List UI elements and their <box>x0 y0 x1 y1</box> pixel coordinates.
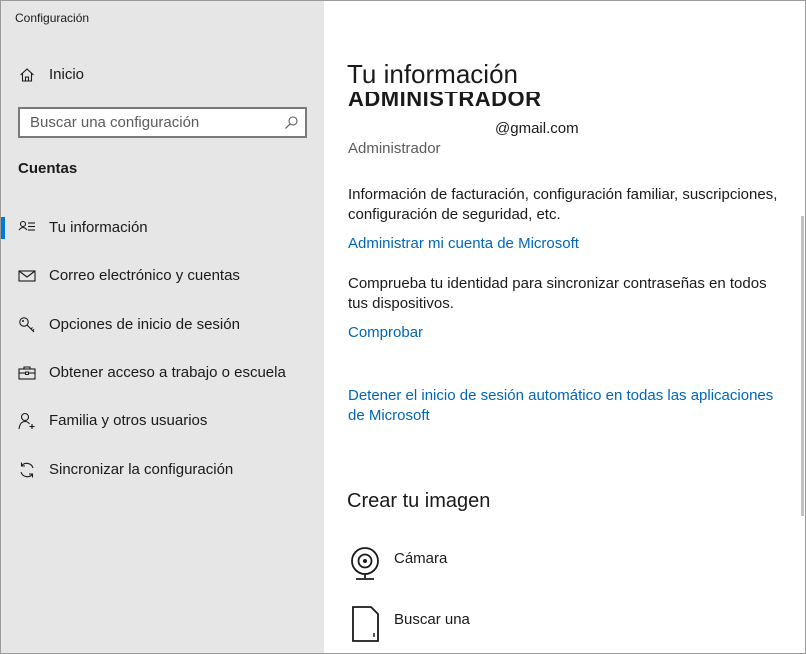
sidebar-item-trabajo-escuela[interactable]: Obtener acceso a trabajo o escuela <box>1 352 324 392</box>
account-email: @gmail.com <box>495 120 579 137</box>
app-title: Configuración <box>15 11 90 25</box>
home-nav-item[interactable]: Inicio <box>1 59 324 91</box>
key-icon <box>18 316 36 334</box>
mail-icon <box>18 267 36 285</box>
sidebar-item-label: Familia y otros usuarios <box>49 412 208 429</box>
account-role: Administrador <box>348 140 441 157</box>
billing-info-text: Información de facturación, configuració… <box>348 186 778 223</box>
home-icon <box>19 67 35 83</box>
sidebar-item-label: Sincronizar la configuración <box>49 461 234 478</box>
manage-account-link[interactable]: Administrar mi cuenta de Microsoft <box>348 234 579 254</box>
sync-icon <box>18 461 36 479</box>
browse-file-icon <box>348 605 384 645</box>
browse-option[interactable]: Buscar una <box>348 605 648 653</box>
sidebar-item-sincronizar[interactable]: Sincronizar la configuración <box>1 449 324 489</box>
settings-window: Configuración Inicio Cuentas <box>0 0 806 654</box>
sidebar-item-label: Tu información <box>49 219 148 236</box>
camera-option-label: Cámara <box>394 550 448 567</box>
browse-option-label: Buscar una <box>394 611 470 628</box>
person-add-icon <box>18 412 36 430</box>
sidebar-item-tu-informacion[interactable]: Tu información <box>1 207 324 247</box>
verify-link[interactable]: Comprobar <box>348 323 423 343</box>
sidebar-item-label: Correo electrónico y cuentas <box>49 267 240 284</box>
search-input[interactable] <box>20 109 305 136</box>
section-title: Cuentas <box>18 160 78 177</box>
search-box <box>18 107 307 138</box>
sidebar-item-label: Opciones de inicio de sesión <box>49 316 240 333</box>
scrollbar[interactable] <box>801 216 804 516</box>
search-icon[interactable] <box>284 115 299 130</box>
account-name-text: ADMINISTRADOR <box>348 92 542 111</box>
sidebar-item-correo[interactable]: Correo electrónico y cuentas <box>1 255 324 295</box>
selection-indicator <box>1 217 5 239</box>
sidebar: Configuración Inicio Cuentas <box>1 1 324 653</box>
create-image-title: Crear tu imagen <box>347 490 491 512</box>
person-card-icon <box>18 219 36 237</box>
home-label: Inicio <box>49 66 85 83</box>
camera-option[interactable]: Cámara <box>348 544 648 594</box>
sidebar-item-familia[interactable]: Familia y otros usuarios <box>1 400 324 440</box>
account-name: ADMINISTRADOR <box>348 92 542 112</box>
sidebar-item-label: Obtener acceso a trabajo o escuela <box>49 364 286 381</box>
verify-identity-text: Comprueba tu identidad para sincronizar … <box>348 275 767 312</box>
briefcase-icon <box>18 364 36 382</box>
main-content: Tu información ADMINISTRADOR @gmail.com … <box>324 1 805 653</box>
webcam-icon <box>348 544 384 584</box>
sidebar-item-inicio-sesion[interactable]: Opciones de inicio de sesión <box>1 304 324 344</box>
stop-auto-signin-link[interactable]: Detener el inicio de sesión automático e… <box>348 386 788 426</box>
page-title: Tu información <box>347 59 518 89</box>
